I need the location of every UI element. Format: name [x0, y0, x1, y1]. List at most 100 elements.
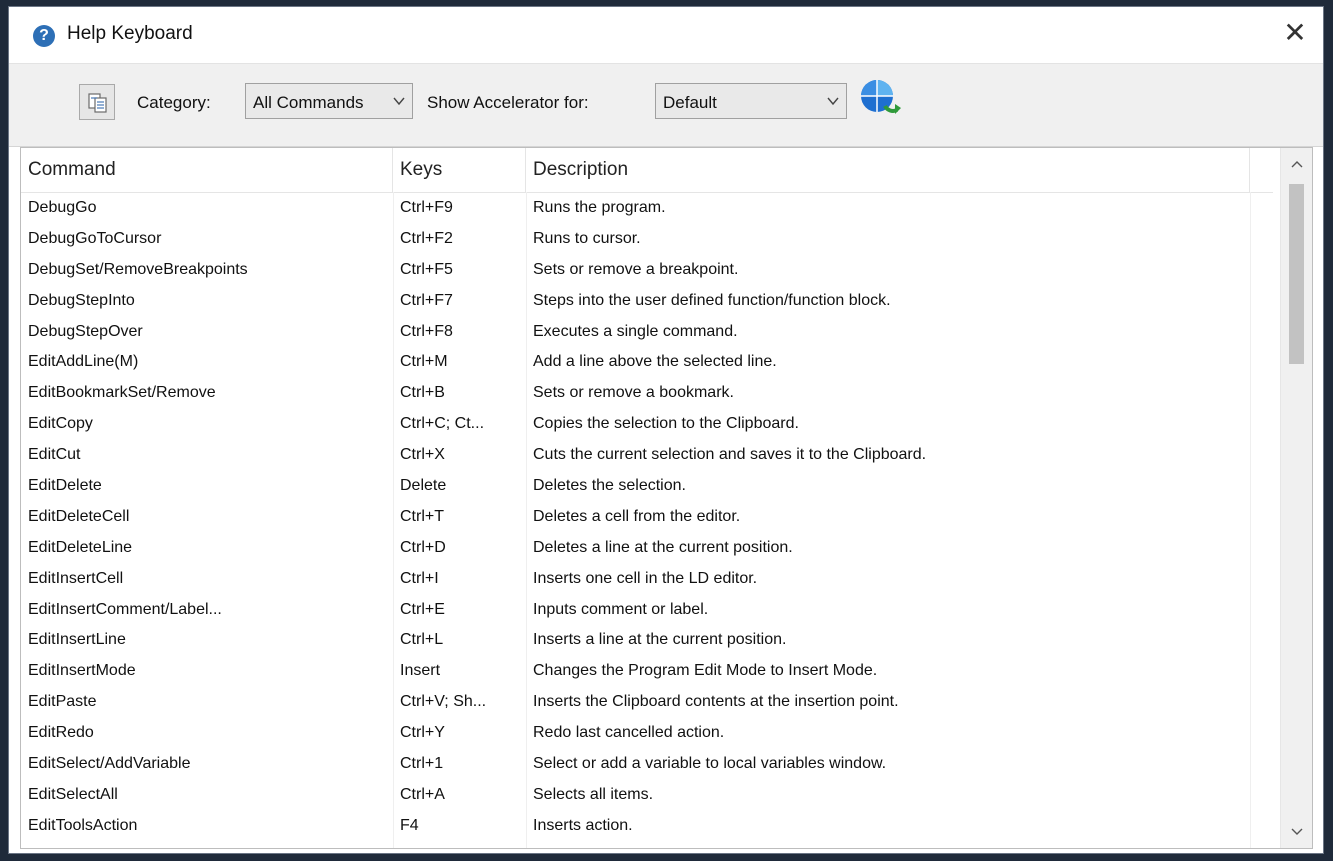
cell-keys: Ctrl+T — [400, 507, 444, 525]
cell-command: EditCopy — [28, 415, 93, 433]
table-row[interactable]: EditDeleteLine Ctrl+D Deletes a line at th… — [21, 533, 1273, 564]
cell-keys: Ctrl+X — [400, 446, 445, 464]
cell-command: EditDeleteLine — [28, 538, 133, 556]
cell-description: Changes the Program Edit Mode to Insert … — [533, 662, 878, 680]
chevron-down-icon — [393, 97, 405, 106]
cell-keys: Ctrl+L — [400, 631, 444, 649]
cell-command: DebugGoToCursor — [28, 229, 162, 247]
cell-description: Sets or remove a breakpoint. — [533, 260, 739, 278]
title-bar: ? Help Keyboard ✕ — [9, 7, 1323, 63]
help-keyboard-window: ? Help Keyboard ✕ Category: All Commands… — [8, 6, 1324, 854]
cell-keys: Ctrl+D — [400, 538, 446, 556]
cell-keys: Ctrl+1 — [400, 755, 444, 773]
cell-command: EditSelect/AddVariable — [28, 755, 191, 773]
cell-description: Deletes the selection. — [533, 477, 686, 495]
cell-command: DebugSet/RemoveBreakpoints — [28, 260, 248, 278]
table-row[interactable]: EditSelectAll Ctrl+A Selects all items. — [21, 780, 1273, 811]
cell-description: Redo last cancelled action. — [533, 724, 725, 742]
cell-command: DebugGo — [28, 199, 97, 216]
cell-keys: Ctrl+F5 — [400, 260, 453, 278]
table-row[interactable]: EditCut Ctrl+X Cuts the current selection … — [21, 440, 1273, 471]
cell-command: EditDeleteCell — [28, 507, 130, 525]
table-row[interactable]: DebugGoToCursor Ctrl+F2 Runs to cursor. — [21, 224, 1273, 255]
help-icon: ? — [33, 25, 55, 47]
cell-description: Runs the program. — [533, 199, 666, 216]
cell-keys: Insert — [400, 662, 441, 680]
scroll-thumb[interactable] — [1289, 184, 1304, 364]
cell-description: Cuts the current selection and saves it … — [533, 446, 927, 464]
cell-command: EditRedo — [28, 724, 94, 742]
table-row[interactable]: DebugGo Ctrl+F9 Runs the program. — [21, 193, 1273, 224]
cell-description: Select or add a variable to local variab… — [533, 755, 887, 773]
cell-description: Sets or remove a bookmark. — [533, 384, 734, 402]
table-row[interactable]: EditInsertComment/Label... Ctrl+E Inputs c… — [21, 595, 1273, 626]
table-row[interactable]: EditInsertCell Ctrl+I Inserts one cell in … — [21, 564, 1273, 595]
scroll-up-button[interactable] — [1281, 148, 1312, 180]
table-row[interactable]: EditBookmarkSet/Remove Ctrl+B Sets or remo… — [21, 378, 1273, 409]
vertical-scrollbar[interactable] — [1280, 148, 1312, 848]
cell-keys: Ctrl+E — [400, 600, 445, 618]
table-body: DebugGo Ctrl+F9 Runs the program. DebugGoTo… — [21, 193, 1273, 842]
table-row[interactable]: EditAddLine(M) Ctrl+M Add a line above the… — [21, 347, 1273, 378]
show-accelerator-value: Default — [663, 93, 717, 112]
column-header-keys[interactable]: Keys — [393, 148, 526, 192]
cell-description: Inserts action. — [533, 816, 633, 834]
cell-command: DebugStepOver — [28, 322, 143, 340]
table-row[interactable]: DebugStepInto Ctrl+F7 Steps into the user … — [21, 286, 1273, 317]
table-row[interactable]: EditRedo Ctrl+Y Redo last cancelled action… — [21, 718, 1273, 749]
column-header-description[interactable]: Description — [526, 148, 1250, 192]
chevron-up-icon — [1291, 161, 1302, 168]
cell-keys: Ctrl+M — [400, 353, 448, 371]
cell-description: Runs to cursor. — [533, 229, 641, 247]
show-accelerator-label: Show Accelerator for: — [427, 93, 589, 112]
category-value: All Commands — [253, 93, 364, 112]
cell-command: EditInsertLine — [28, 631, 126, 649]
cell-command: EditInsertComment/Label... — [28, 600, 222, 618]
cell-description: Steps into the user defined function/fun… — [533, 291, 891, 309]
close-icon[interactable]: ✕ — [1277, 17, 1313, 51]
category-dropdown[interactable]: All Commands — [245, 83, 413, 119]
table-row[interactable]: DebugStepOver Ctrl+F8 Executes a single co… — [21, 317, 1273, 348]
cell-description: Add a line above the selected line. — [533, 353, 777, 371]
cell-command: EditInsertCell — [28, 569, 124, 587]
cell-keys: Ctrl+Y — [400, 724, 445, 742]
cell-description: Inserts the Clipboard contents at the in… — [533, 693, 899, 711]
refresh-globe-icon — [861, 80, 901, 114]
table-header: Command Keys Description — [21, 148, 1273, 193]
table-row[interactable]: EditToolsAction F4 Inserts action. — [21, 811, 1273, 842]
cell-command: EditCut — [28, 446, 81, 464]
cell-description: Inputs comment or label. — [533, 600, 709, 618]
cell-command: EditBookmarkSet/Remove — [28, 384, 216, 402]
table-row[interactable]: EditInsertMode Insert Changes the Program … — [21, 656, 1273, 687]
table-row[interactable]: EditDelete Delete Deletes the selection. — [21, 471, 1273, 502]
chevron-down-icon — [1291, 828, 1302, 835]
table-row[interactable]: DebugSet/RemoveBreakpoints Ctrl+F5 Sets or… — [21, 255, 1273, 286]
cell-description: Inserts one cell in the LD editor. — [533, 569, 758, 587]
keyboard-commands-table: Command Keys Description DebugGo Ctrl+F9 R… — [20, 147, 1313, 849]
window-title: Help Keyboard — [67, 23, 193, 44]
toolbar: Category: All Commands Show Accelerator … — [9, 63, 1323, 147]
table-row[interactable]: EditSelect/AddVariable Ctrl+1 Select or ad… — [21, 749, 1273, 780]
table-row[interactable]: EditPaste Ctrl+V; Sh... Inserts the Clipbo… — [21, 687, 1273, 718]
copy-icon — [88, 93, 107, 113]
cell-command: EditToolsAction — [28, 816, 138, 834]
show-accelerator-dropdown[interactable]: Default — [655, 83, 847, 119]
cell-keys: F4 — [400, 816, 419, 834]
cell-keys: Delete — [400, 477, 447, 495]
column-header-command[interactable]: Command — [21, 148, 393, 192]
cell-description: Deletes a line at the current position. — [533, 538, 793, 556]
table-row[interactable]: EditCopy Ctrl+C; Ct... Copies the selectio… — [21, 409, 1273, 440]
cell-keys: Ctrl+V; Sh... — [400, 693, 487, 711]
refresh-button[interactable] — [857, 74, 905, 122]
category-label: Category: — [137, 93, 211, 112]
cell-command: EditDelete — [28, 477, 102, 495]
table-row[interactable]: EditInsertLine Ctrl+L Inserts a line at th… — [21, 625, 1273, 656]
table-row[interactable]: EditDeleteCell Ctrl+T Deletes a cell from … — [21, 502, 1273, 533]
cell-description: Copies the selection to the Clipboard. — [533, 415, 799, 433]
copy-button[interactable] — [79, 84, 115, 120]
cell-keys: Ctrl+F2 — [400, 229, 453, 247]
cell-description: Selects all items. — [533, 785, 654, 803]
scroll-down-button[interactable] — [1281, 816, 1312, 848]
cell-keys: Ctrl+F9 — [400, 199, 453, 216]
cell-command: EditSelectAll — [28, 785, 118, 803]
